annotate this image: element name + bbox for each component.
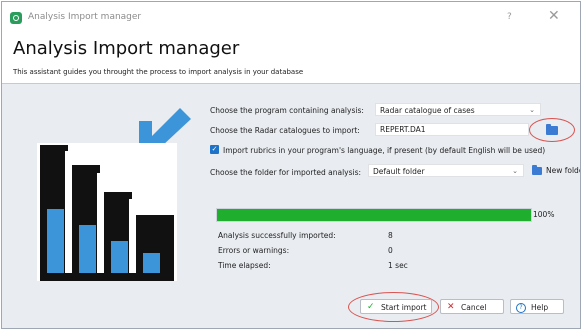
program-select[interactable]: Radar catalogue of cases ⌄ [375,103,541,116]
import-manager-window: Analysis Import manager ? ✕ Analysis Imp… [1,1,581,329]
elapsed-label: Time elapsed: [218,261,271,270]
content-area: Choose the program containing analysis: … [2,84,580,328]
close-button[interactable]: ✕ [548,9,560,23]
title-bar: Analysis Import manager ? ✕ [2,2,580,33]
cancel-button[interactable]: ✕ Cancel [440,299,504,314]
imported-label: Analysis successfully imported: [218,231,336,240]
errors-value: 0 [388,246,393,255]
new-folder-button[interactable]: New folder [529,163,580,178]
help-circle-icon: ? [516,303,526,313]
chevron-down-icon: ⌄ [529,106,535,114]
program-select-value: Radar catalogue of cases [380,106,475,115]
catalogue-field-value: REPERT.DA1 [380,125,426,134]
chevron-down-icon: ⌄ [512,167,518,175]
help-label: Help [531,303,549,312]
errors-label: Errors or warnings: [218,246,290,255]
progress-bar [216,208,532,222]
page-title: Analysis Import manager [13,38,240,59]
bar-chart-icon [37,143,177,281]
start-import-label: Start import [381,303,427,312]
folder-select-value: Default folder [373,167,425,176]
program-label: Choose the program containing analysis: [210,106,364,115]
app-logo-icon [10,12,22,24]
new-folder-icon [532,165,542,175]
catalogue-field[interactable]: REPERT.DA1 [375,123,529,136]
header: Analysis Import manager This assistant g… [2,33,580,84]
new-folder-label: New folder [546,166,580,175]
rubrics-checkbox[interactable]: ✓ [210,145,219,154]
progress-fill [217,209,531,221]
rubrics-label: Import rubrics in your program's languag… [223,146,546,155]
browse-folder-icon[interactable] [546,124,558,135]
cancel-x-icon: ✕ [447,302,455,312]
elapsed-value: 1 sec [388,261,408,270]
folder-select[interactable]: Default folder ⌄ [368,164,524,177]
help-titlebar-button[interactable]: ? [507,12,512,22]
imported-value: 8 [388,231,393,240]
import-illustration [37,108,191,281]
progress-percent: 100% [533,210,555,219]
catalogue-label: Choose the Radar catalogues to import: [210,126,360,135]
checkmark-icon: ✓ [367,302,375,312]
cancel-label: Cancel [461,303,487,312]
page-subtitle: This assistant guides you throught the p… [13,68,304,76]
start-import-button[interactable]: ✓ Start import [360,299,432,314]
help-button[interactable]: ? Help [510,299,564,314]
folder-label: Choose the folder for imported analysis: [210,168,362,177]
window-title: Analysis Import manager [28,12,142,22]
